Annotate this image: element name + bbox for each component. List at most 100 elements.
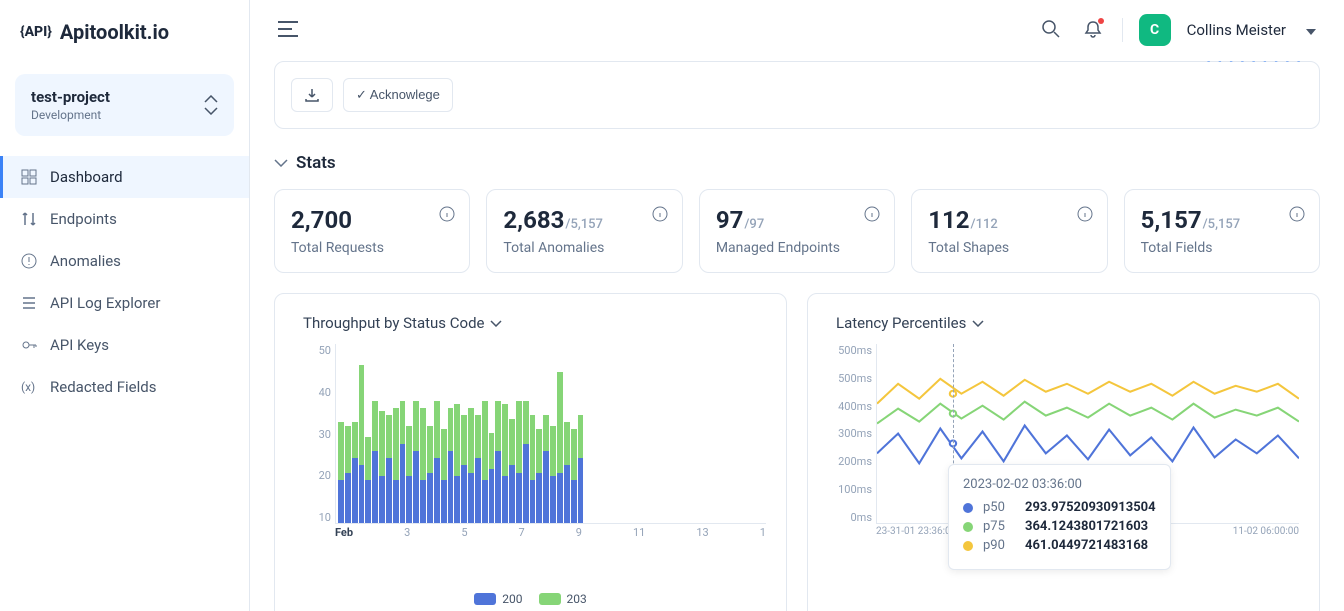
info-icon[interactable] [1289,206,1305,226]
stat-label: Total Anomalies [503,240,665,256]
acknowledge-panel: - - - - - - - - - ✓ Acknowlege [274,61,1320,129]
stat-total-shapes: 112/112 Total Shapes [911,189,1107,273]
chart-title-btn[interactable]: Latency Percentiles [828,314,1299,332]
bar [441,429,447,523]
bar [406,426,412,523]
endpoints-icon [20,210,38,228]
topbar: C Collins Meister [250,0,1344,61]
stat-value: 97 [716,206,744,234]
download-button[interactable] [291,78,333,112]
stat-sub: /5,157 [565,217,603,232]
stat-label: Managed Endpoints [716,240,878,256]
search-button[interactable] [1038,16,1064,45]
search-icon [1042,20,1060,38]
stat-total-anomalies: 2,683/5,157 Total Anomalies [486,189,682,273]
logo-icon: {API} [20,24,52,40]
y-axis: 50 40 30 20 10 [295,344,331,524]
chevron-up-icon [204,95,218,103]
bar [461,415,467,523]
nav-api-keys[interactable]: API Keys [0,324,249,366]
bar [482,401,488,523]
notification-dot [1098,18,1104,24]
chevron-down-icon [972,320,984,327]
bar [379,411,385,523]
nav-anomalies[interactable]: Anomalies [0,240,249,282]
notifications-button[interactable] [1080,16,1106,45]
nav-log-explorer[interactable]: API Log Explorer [0,282,249,324]
avatar[interactable]: C [1139,14,1171,46]
acknowledge-button[interactable]: ✓ Acknowlege [343,78,453,112]
bar [427,426,433,523]
info-icon[interactable] [864,206,880,226]
project-chevrons[interactable] [204,95,218,115]
logo: {API} Apitoolkit.io [0,20,249,64]
bar [495,401,501,523]
dashboard-icon [20,168,38,186]
content: - - - - - - - - - ✓ Acknowlege Stats 2,7… [250,61,1344,611]
bar [523,401,529,523]
username: Collins Meister [1187,21,1286,39]
nav-endpoints[interactable]: Endpoints [0,198,249,240]
user-menu-button[interactable] [1302,19,1320,42]
stat-label: Total Fields [1141,240,1303,256]
menu-icon [278,21,298,37]
info-icon[interactable] [439,206,455,226]
stat-sub: /5,157 [1203,217,1241,232]
project-env: Development [31,108,110,122]
chart-title-btn[interactable]: Throughput by Status Code [295,314,766,332]
legend: 200 203 [295,592,766,606]
bar [448,408,454,523]
stats-header[interactable]: Stats [274,153,1320,173]
charts-row: Throughput by Status Code 50 40 30 20 10 [274,293,1320,611]
brand-name: Apitoolkit.io [60,20,169,44]
bar [550,426,556,523]
stat-sub: /112 [971,217,998,232]
sidebar: {API} Apitoolkit.io test-project Develop… [0,0,250,611]
info-icon[interactable] [1077,206,1093,226]
caret-down-icon [1306,29,1316,35]
bar [359,365,365,523]
stat-total-fields: 5,157/5,157 Total Fields [1124,189,1320,273]
chart-title: Throughput by Status Code [303,314,484,332]
stat-value: 2,683 [503,206,564,234]
nav-label: Dashboard [50,168,123,186]
bar [420,408,426,523]
tooltip-time: 2023-02-02 03:36:00 [963,477,1156,492]
nav-label: API Keys [50,336,109,354]
bar [578,415,584,523]
download-icon [304,87,320,103]
bar [434,401,440,523]
nav-redacted[interactable]: (x) Redacted Fields [0,366,249,408]
svg-text:(x): (x) [21,380,35,394]
x-axis: Feb 3 5 7 9 11 13 1 [335,526,766,539]
stats-title: Stats [296,153,336,173]
bar [386,415,392,523]
stat-value: 112 [928,206,969,234]
divider [1122,18,1123,42]
stats-row: 2,700 Total Requests 2,683/5,157 Total A… [274,189,1320,273]
stat-label: Total Requests [291,240,453,256]
bar [543,415,549,523]
nav-label: Endpoints [50,210,117,228]
nav-label: API Log Explorer [50,294,160,312]
bar [509,419,515,523]
bar [345,426,351,523]
project-selector[interactable]: test-project Development [15,74,234,136]
bar [468,408,474,523]
nav-dashboard[interactable]: Dashboard [0,156,249,198]
chevron-down-icon [274,159,288,167]
bar [530,415,536,523]
nav-label: Redacted Fields [50,378,156,396]
menu-toggle-button[interactable] [274,17,302,44]
nav-label: Anomalies [50,252,121,270]
stat-total-requests: 2,700 Total Requests [274,189,470,273]
bar [557,372,563,523]
project-name: test-project [31,88,110,106]
bar [502,404,508,523]
chevron-down-icon [490,320,502,327]
dashes-decoration: - - - - - - - - - [1207,61,1303,67]
info-icon[interactable] [652,206,668,226]
chart-tooltip: 2023-02-02 03:36:00 p50293.9752093091350… [948,464,1171,570]
bar [372,401,378,523]
bar [352,422,358,523]
